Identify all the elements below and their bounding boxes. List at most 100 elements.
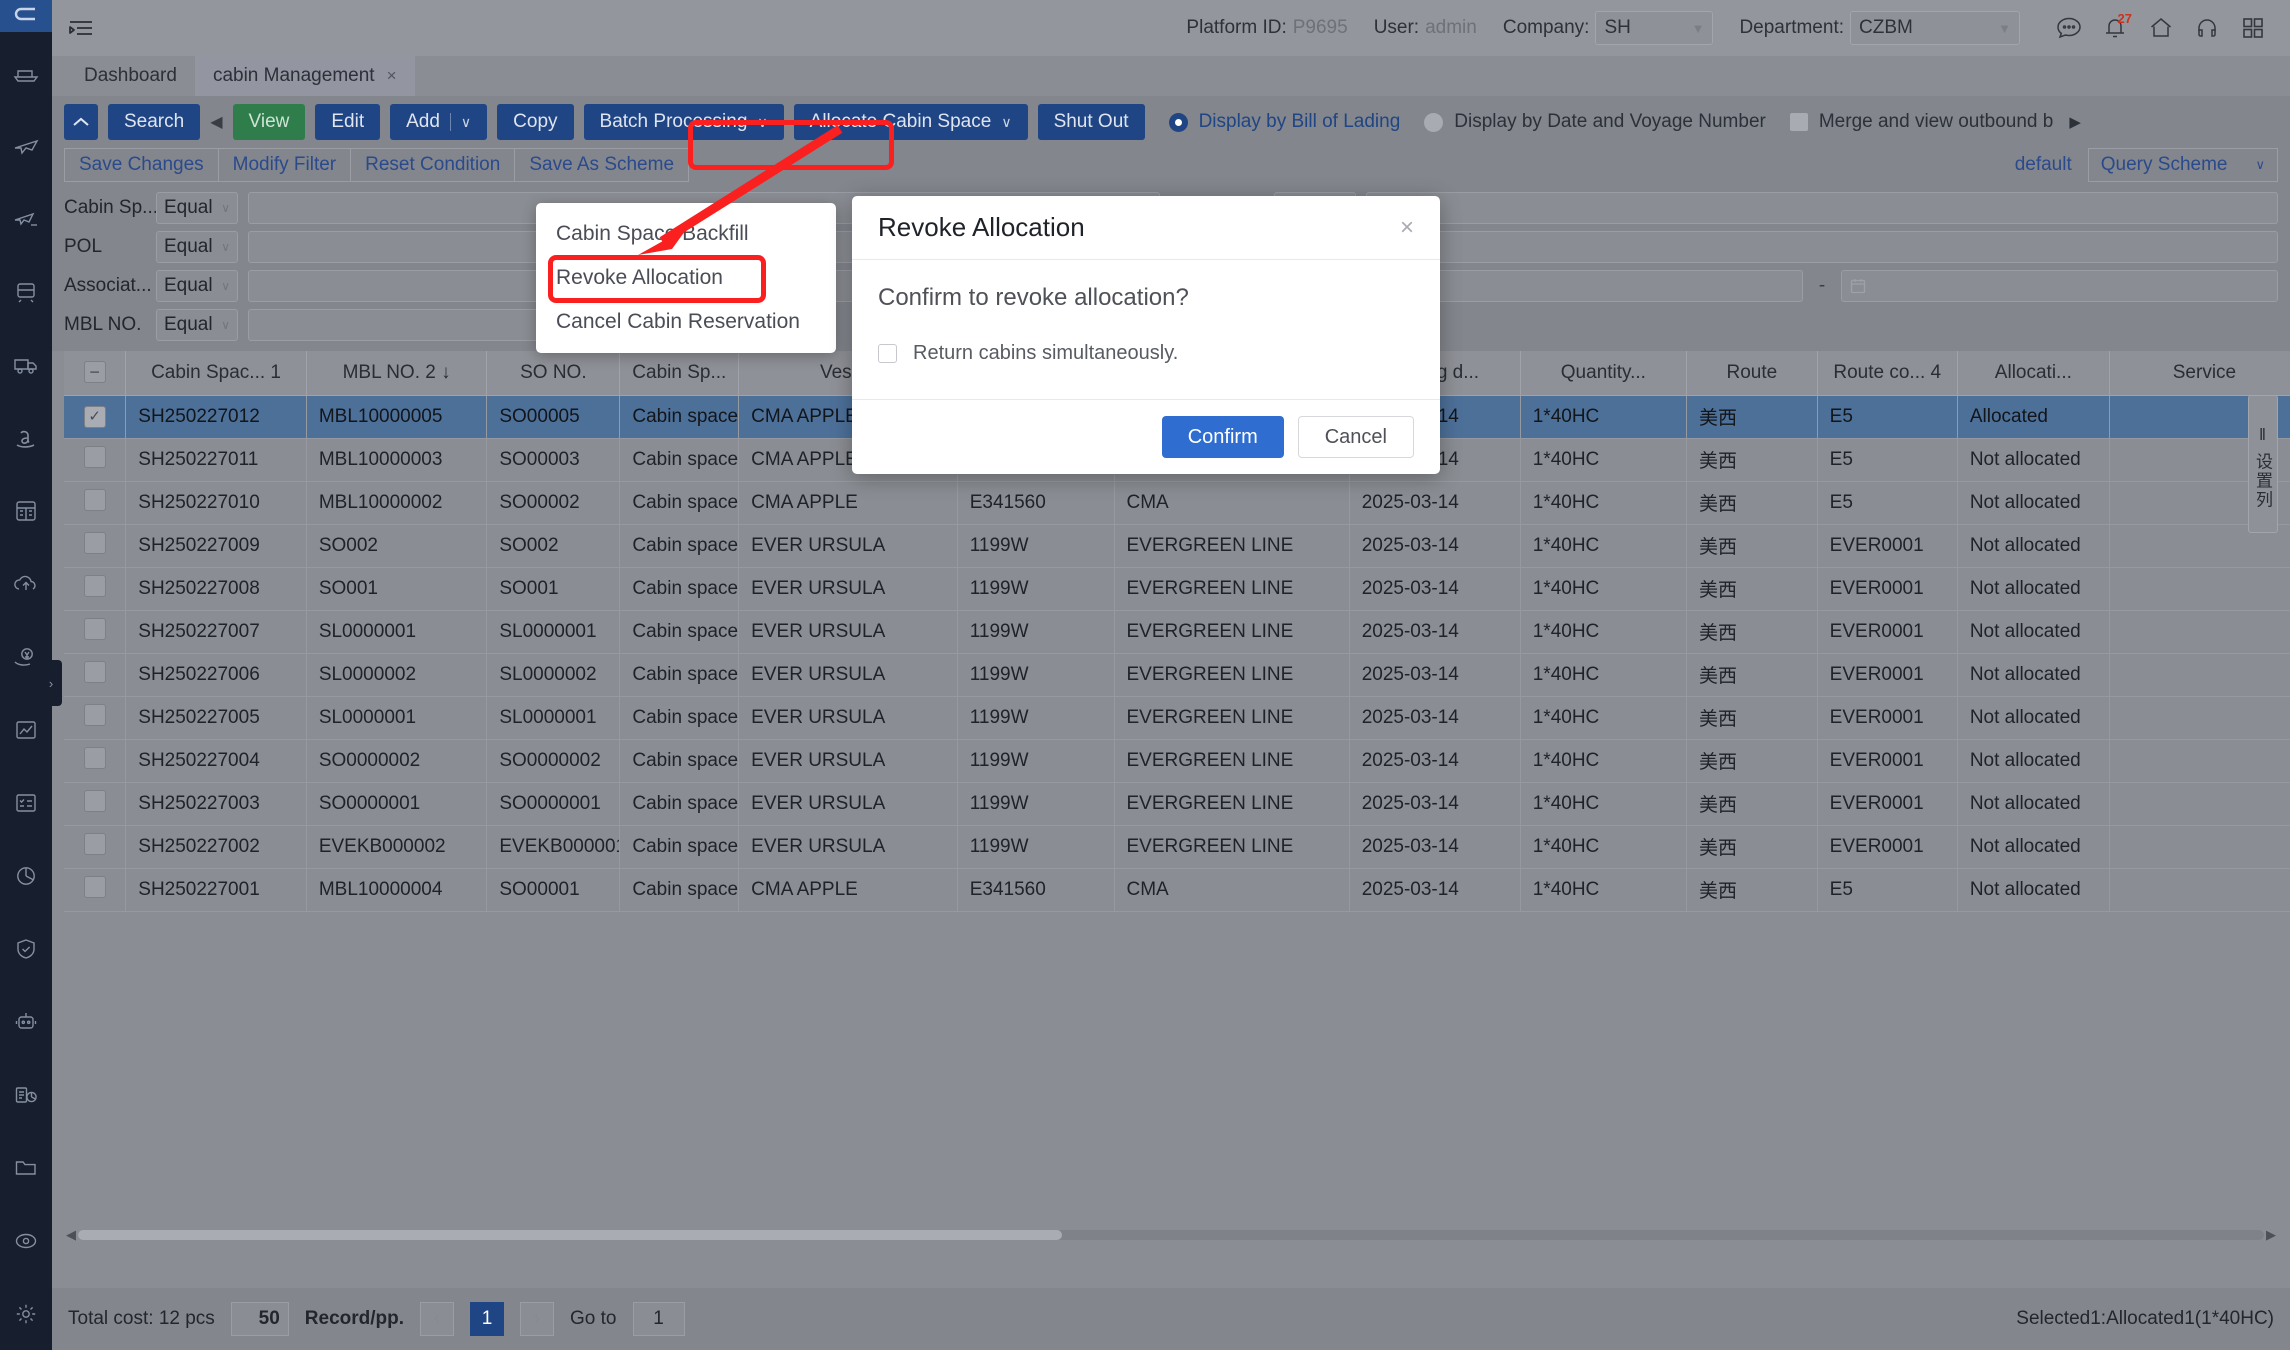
confirm-button[interactable]: Confirm (1161, 416, 1284, 458)
menu-item-revoke-allocation[interactable]: Revoke Allocation (536, 256, 836, 300)
table-row[interactable]: SH250227009SO002SO002Cabin space r...EVE… (64, 524, 2290, 568)
view-button[interactable]: View (232, 104, 306, 140)
close-icon[interactable]: × (1400, 215, 1414, 240)
row-checkbox[interactable] (83, 445, 106, 468)
row-checkbox-cell[interactable] (64, 739, 127, 783)
menu-item-cabin-space-backfill[interactable]: Cabin Space Backfill (536, 212, 836, 256)
col-route-code[interactable]: Route co... 4 (1817, 351, 1958, 396)
scroll-left-icon[interactable]: ◀ (64, 1227, 78, 1243)
default-scheme-link[interactable]: default (2015, 154, 2072, 176)
add-button[interactable]: Add ∨ (390, 104, 488, 140)
collapse-panel-button[interactable] (64, 104, 98, 140)
robot-icon[interactable] (0, 985, 52, 1058)
train-icon[interactable] (0, 255, 52, 328)
toolbar-overflow-icon[interactable]: ▶ (2069, 113, 2081, 131)
row-checkbox[interactable] (83, 531, 106, 554)
folder-icon[interactable] (0, 1131, 52, 1204)
radio-display-by-bill-of-lading[interactable]: Display by Bill of Lading (1168, 111, 1400, 133)
filter-date-to-input[interactable] (1841, 270, 2278, 302)
rail-expand-toggle[interactable]: › (40, 660, 62, 706)
row-checkbox-cell[interactable] (64, 825, 127, 869)
scroll-right-icon[interactable]: ▶ (2264, 1227, 2278, 1243)
query-scheme-select[interactable]: Query Scheme ∨ (2087, 148, 2278, 182)
row-checkbox[interactable] (83, 789, 106, 812)
shut-out-button[interactable]: Shut Out (1037, 104, 1145, 140)
calculator-icon[interactable] (0, 474, 52, 547)
row-checkbox[interactable] (83, 574, 106, 597)
row-checkbox[interactable] (83, 746, 106, 769)
filter-operator-select[interactable]: Equal ∨ (156, 231, 238, 263)
truck-icon[interactable] (0, 328, 52, 401)
copy-button[interactable]: Copy (497, 104, 574, 140)
select-all-checkbox[interactable]: − (83, 361, 106, 384)
col-cabin-space-no[interactable]: Cabin Spac... 1 (125, 351, 307, 396)
radio-display-by-date-voyage[interactable]: Display by Date and Voyage Number (1424, 111, 1766, 133)
table-row[interactable]: SH250227007 SL0000001 SL0000001 Cabin space… (64, 610, 2290, 654)
row-checkbox[interactable]: ✓ (83, 405, 106, 428)
row-checkbox-cell[interactable] (64, 524, 127, 568)
search-button[interactable]: Search (108, 104, 201, 140)
row-checkbox[interactable] (83, 832, 106, 855)
settings-gear-icon[interactable] (0, 1277, 52, 1350)
ship-icon[interactable] (0, 36, 52, 109)
row-checkbox-cell[interactable] (64, 782, 127, 826)
apps-grid-icon[interactable] (2230, 8, 2276, 48)
batch-processing-button[interactable]: Batch Processing ∨ (583, 104, 784, 140)
next-page-button[interactable]: › (520, 1302, 555, 1336)
bell-icon[interactable]: 27 (2092, 8, 2138, 48)
home-icon[interactable] (2138, 8, 2184, 48)
row-checkbox-cell[interactable] (64, 567, 127, 611)
menu-item-cancel-cabin-reservation[interactable]: Cancel Cabin Reservation (536, 300, 836, 344)
edit-button[interactable]: Edit (315, 104, 381, 140)
row-checkbox-cell[interactable] (64, 868, 127, 912)
row-checkbox[interactable] (83, 703, 106, 726)
table-row[interactable]: SH250227002 EVEKB000002 EVEKB000001 Cabin s… (64, 825, 2290, 869)
company-select[interactable]: SH ▼ (1595, 11, 1714, 45)
page-number-1[interactable]: 1 (470, 1302, 505, 1336)
row-checkbox[interactable] (83, 617, 106, 640)
column-settings-tab[interactable]: ‖ 设置列 (2248, 395, 2278, 533)
airplane-icon[interactable] (0, 109, 52, 182)
row-checkbox[interactable] (83, 488, 106, 511)
table-row[interactable]: SH250227003 SO0000001 SO0000001 Cabin space… (64, 782, 2290, 826)
row-checkbox-cell[interactable] (64, 438, 127, 482)
row-checkbox-cell[interactable]: ✓ (64, 395, 127, 439)
col-route[interactable]: Route (1686, 351, 1818, 396)
col-so-no[interactable]: SO NO. (486, 351, 621, 396)
filter-operator-select[interactable]: Equal ∨ (156, 270, 238, 302)
row-checkbox-cell[interactable] (64, 653, 127, 697)
table-row[interactable]: SH250227010 MBL10000002 SO00002 Cabin space… (64, 481, 2290, 525)
eye-icon[interactable] (0, 1204, 52, 1277)
table-row[interactable]: SH250227006 SL0000002 SL0000002 Cabin space… (64, 653, 2290, 697)
headset-icon[interactable] (2184, 8, 2230, 48)
page-size-select[interactable]: 50 (230, 1302, 289, 1336)
prev-page-button[interactable]: ‹ (420, 1302, 455, 1336)
goto-page-input[interactable]: 1 (632, 1302, 685, 1336)
row-checkbox[interactable] (83, 875, 106, 898)
table-row[interactable]: SH250227004 SO0000002 SO0000002 Cabin space… (64, 739, 2290, 783)
cancel-button[interactable]: Cancel (1297, 416, 1414, 458)
tab-dashboard[interactable]: Dashboard (66, 56, 195, 96)
filter-value-input[interactable] (1366, 192, 2278, 224)
airplane-departure-icon[interactable] (0, 182, 52, 255)
save-as-scheme-button[interactable]: Save As Scheme (514, 148, 690, 182)
toolbar-scroll-left-icon[interactable]: ◀ (210, 112, 222, 132)
col-quantity[interactable]: Quantity... (1520, 351, 1688, 396)
filter-operator-select[interactable]: Equal ∨ (156, 309, 238, 341)
amazon-icon[interactable] (0, 401, 52, 474)
scrollbar-track[interactable] (78, 1230, 2264, 1240)
scrollbar-thumb[interactable] (78, 1230, 1062, 1240)
table-row[interactable]: SH250227005 SL0000001 SL0000001 Cabin space… (64, 696, 2290, 740)
tab-cabin-management[interactable]: cabin Management × (194, 56, 415, 96)
row-checkbox[interactable] (83, 660, 106, 683)
allocate-cabin-space-button[interactable]: Allocate Cabin Space ∨ (793, 104, 1028, 140)
col-allocation[interactable]: Allocati... (1957, 351, 2110, 396)
shield-check-icon[interactable] (0, 912, 52, 985)
modify-filter-button[interactable]: Modify Filter (217, 148, 352, 182)
filter-value-input[interactable] (1366, 231, 2278, 263)
checkbox-merge-outbound[interactable]: Merge and view outbound b (1789, 111, 2053, 133)
checklist-icon[interactable] (0, 766, 52, 839)
menu-collapse-icon[interactable] (68, 18, 94, 38)
col-cabin-sp[interactable]: Cabin Sp... (619, 351, 740, 396)
table-row[interactable]: SH250227008SO001SO001Cabin space r...EVE… (64, 567, 2290, 611)
